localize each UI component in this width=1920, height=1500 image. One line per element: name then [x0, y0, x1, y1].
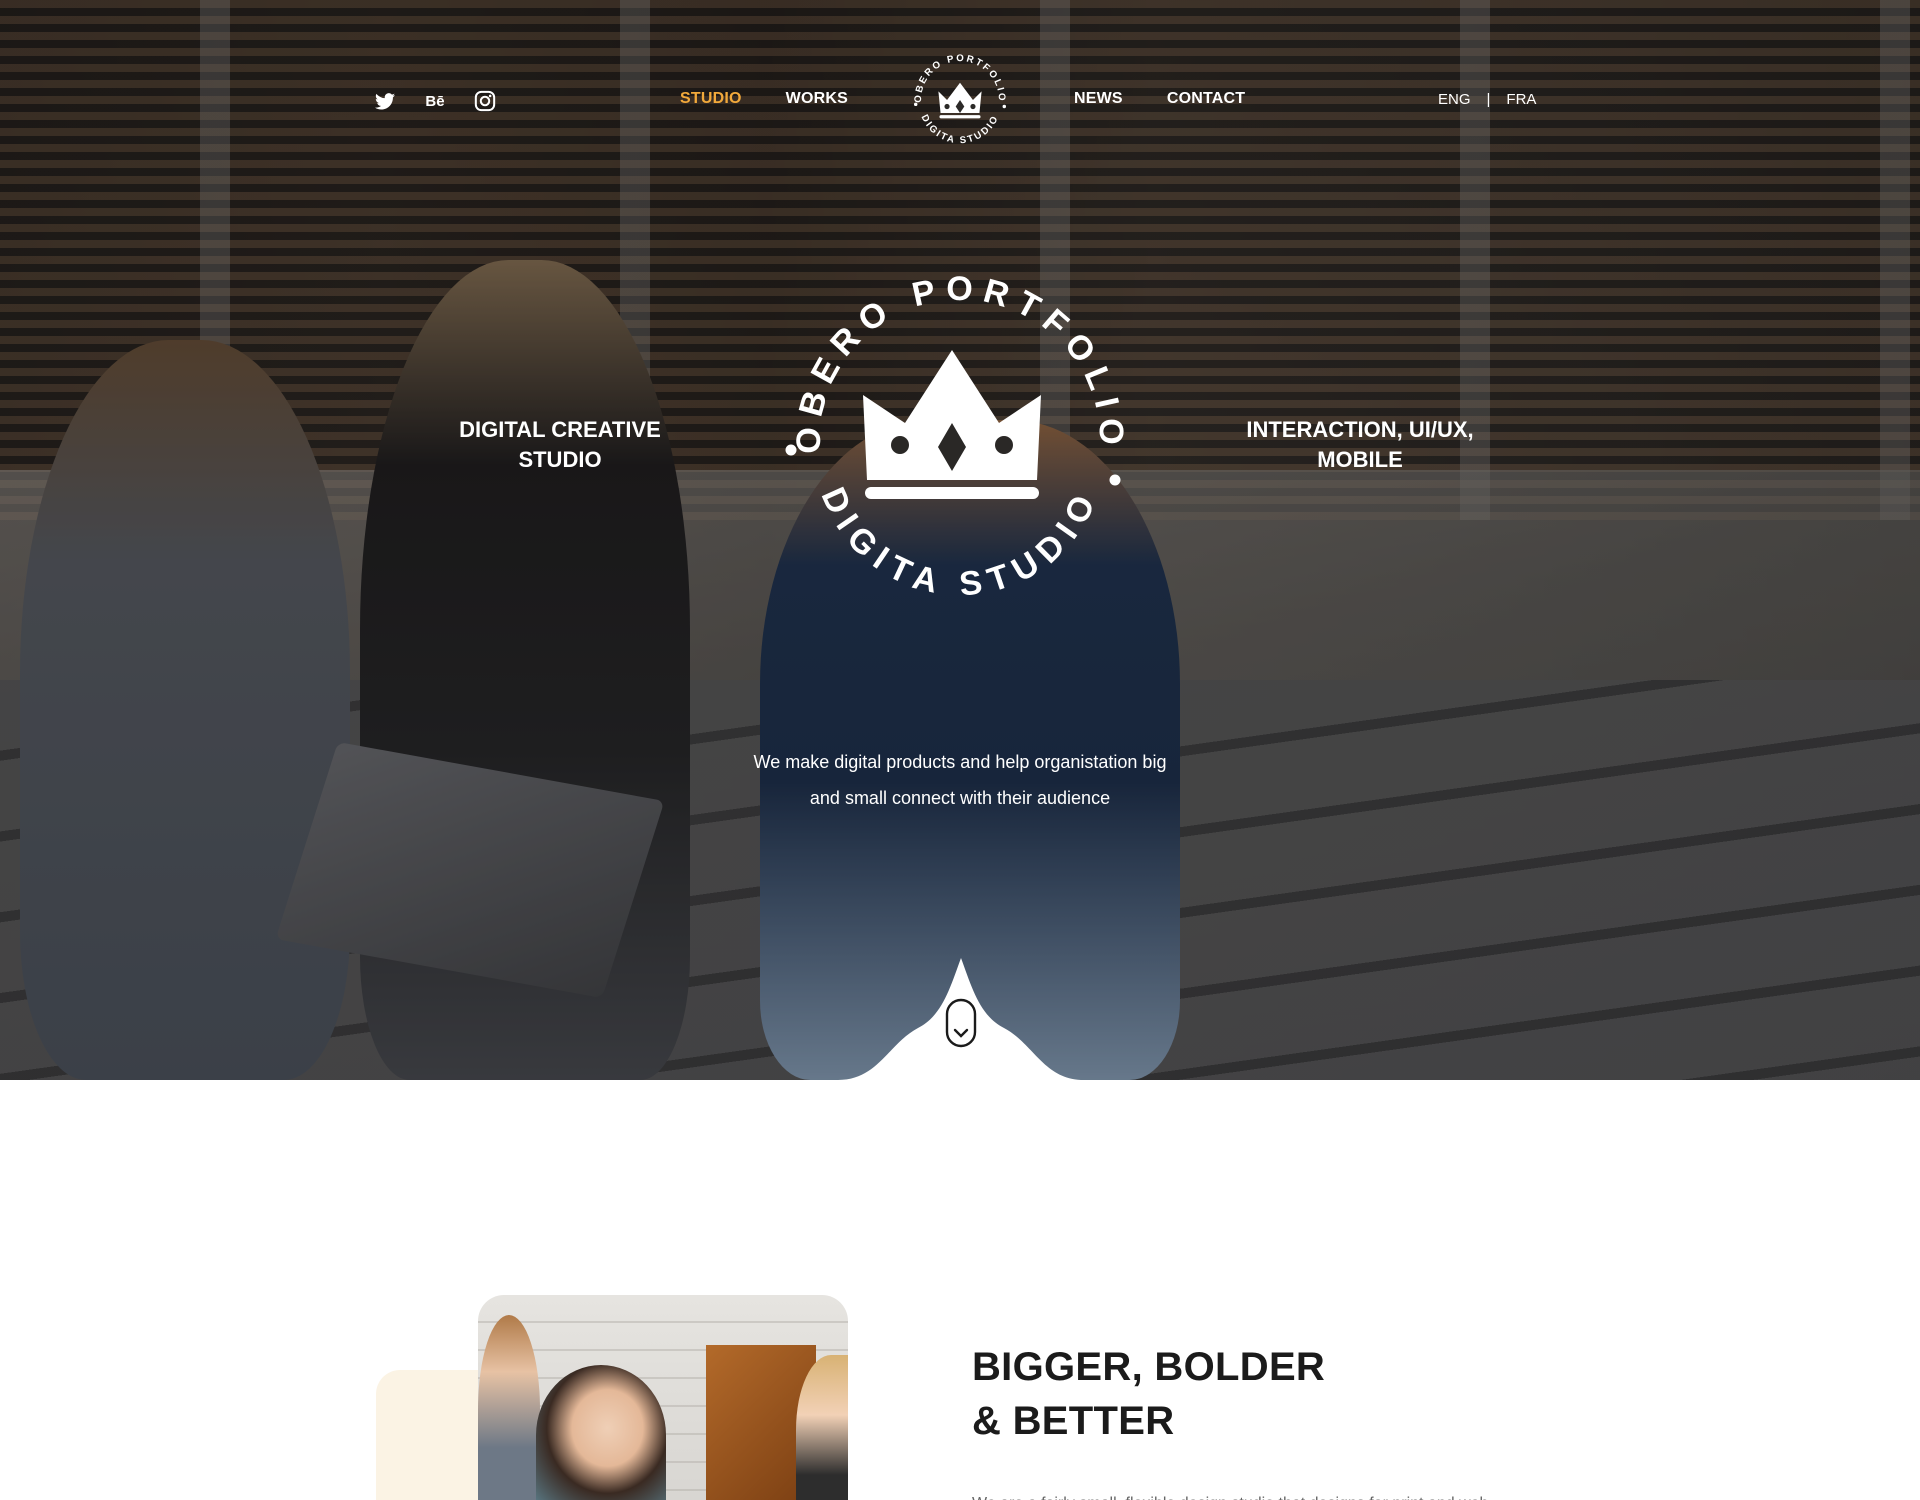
crown-icon [863, 350, 1041, 499]
nav-works-link[interactable]: WORKS [786, 90, 848, 108]
lang-separator: | [1486, 91, 1491, 108]
behance-icon[interactable]: Bē [422, 88, 448, 114]
hero-logo: OBERO PORTFOLIO DIGITA STUDIO [785, 270, 1121, 604]
lang-fra[interactable]: FRA [1506, 91, 1536, 108]
hero-right-title-line1: INTERACTION, UI/UX, [1246, 417, 1474, 442]
hero-section: Bē STUDIO WORKS OBERO PORTFOLIO DIGITA S… [0, 0, 1920, 1080]
team-photo [478, 1295, 848, 1500]
instagram-icon[interactable] [472, 88, 498, 114]
nav-contact-link[interactable]: CONTACT [1167, 90, 1245, 108]
twitter-icon[interactable] [372, 88, 398, 114]
about-headline-line2: & BETTER [972, 1399, 1175, 1443]
hero-left-title: DIGITAL CREATIVE STUDIO [440, 415, 680, 475]
hero-right-title: INTERACTION, UI/UX, MOBILE [1220, 415, 1500, 475]
language-switcher: ENG | FRA [1438, 91, 1536, 108]
about-headline-line1: BIGGER, BOLDER [972, 1345, 1326, 1389]
hero-tagline-line2: and small connect with their audience [809, 788, 1111, 808]
hero-right-title-line2: MOBILE [1317, 447, 1403, 472]
hero-left-title-line2: STUDIO [518, 447, 602, 472]
nav-studio-link[interactable]: STUDIO [680, 90, 742, 108]
about-paragraph: We are a fairly small, flexible design s… [972, 1490, 1552, 1500]
lang-eng[interactable]: ENG [1438, 91, 1471, 108]
social-links: Bē [372, 88, 498, 114]
hero-logo-ring-bottom-text: DIGITA STUDIO [814, 482, 1098, 604]
main-nav-left: STUDIO WORKS [680, 90, 848, 108]
hero-left-title-line1: DIGITAL CREATIVE [459, 417, 661, 442]
hero-tagline: We make digital products and help organi… [700, 744, 1220, 816]
crown-icon [938, 82, 982, 119]
hero-tagline-line1: We make digital products and help organi… [753, 752, 1167, 772]
about-headline: BIGGER, BOLDER & BETTER [972, 1340, 1325, 1448]
scroll-down-button[interactable] [838, 958, 1084, 1080]
svg-text:DIGITA STUDIO: DIGITA STUDIO [814, 482, 1107, 604]
behance-glyph: Bē [425, 92, 445, 110]
nav-news-link[interactable]: NEWS [1074, 90, 1123, 108]
header-logo[interactable]: OBERO PORTFOLIO DIGITA STUDIO [906, 46, 1014, 154]
photo-person-left [478, 1315, 540, 1500]
main-nav-right: NEWS CONTACT [1074, 90, 1245, 108]
photo-person-center [536, 1365, 666, 1500]
